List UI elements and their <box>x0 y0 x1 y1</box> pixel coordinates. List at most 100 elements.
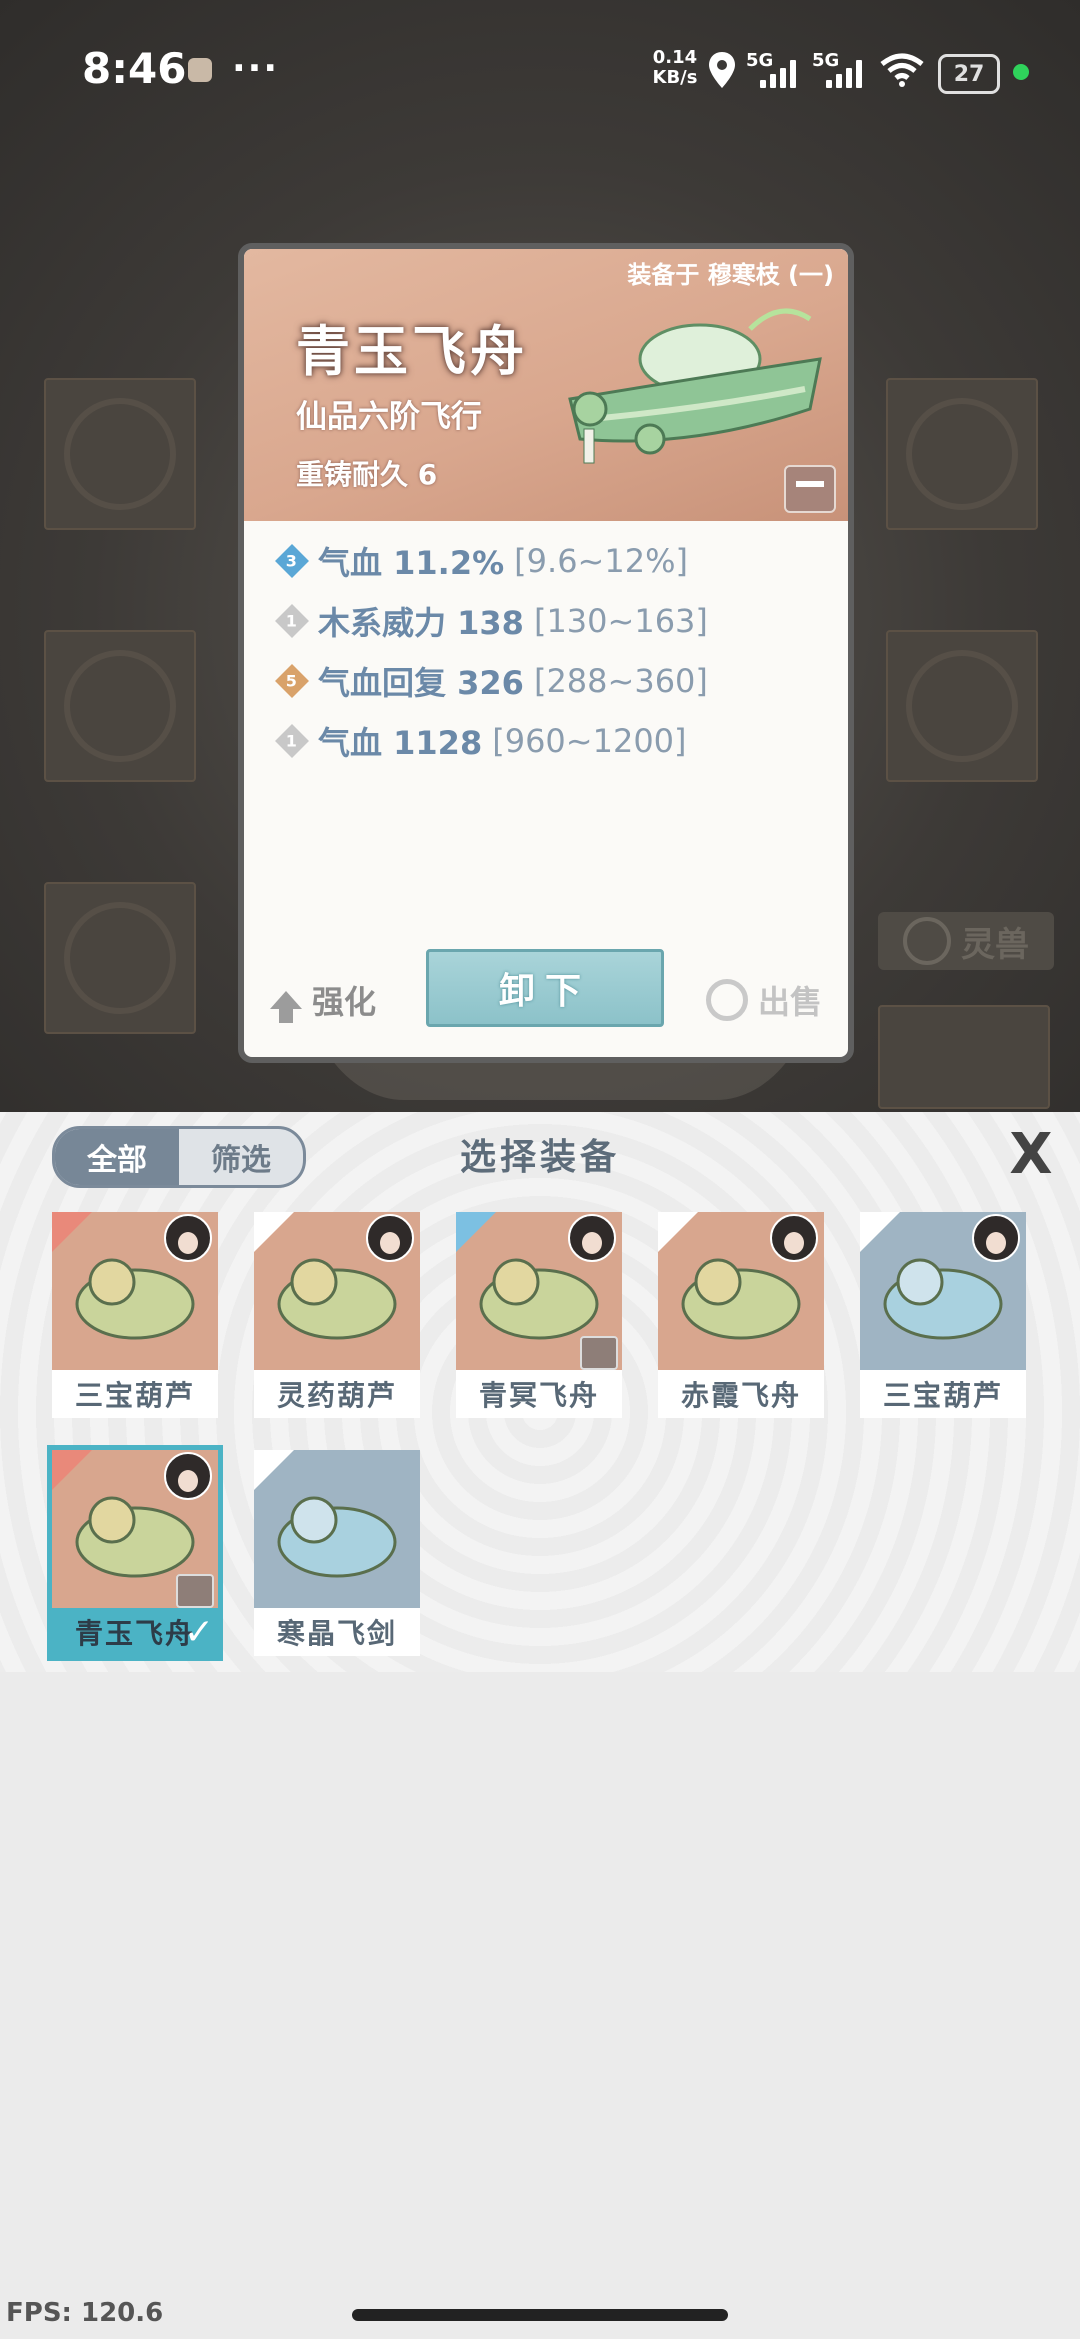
wifi-icon <box>880 53 924 87</box>
home-indicator[interactable] <box>352 2309 728 2321</box>
equipped-on-label: 装备于 穆寒枝 (一) <box>627 261 834 289</box>
equipment-item[interactable]: 三宝葫芦 <box>52 1212 218 1418</box>
stat-value: 气血回复 326 <box>318 664 524 702</box>
equipment-name: 三宝葫芦 <box>860 1370 1026 1418</box>
net-speed: 0.14 KB/s <box>650 48 700 88</box>
locked-icon[interactable] <box>784 465 836 513</box>
equipment-name: 三宝葫芦 <box>52 1370 218 1418</box>
quality-badge-number: 1 <box>286 731 298 751</box>
lock-icon <box>176 1574 214 1608</box>
equip-slot-helmet[interactable] <box>44 630 196 782</box>
card-header: 装备于 穆寒枝 (一) 青玉飞舟 仙品六阶飞行 重铸耐久 6 <box>244 249 848 521</box>
quality-badge-number: 5 <box>286 671 298 691</box>
equipment-image <box>254 1212 420 1370</box>
equipment-name: 赤霞飞舟 <box>658 1370 824 1418</box>
net-speed-unit: KB/s <box>652 67 698 88</box>
owner-avatar <box>164 1214 212 1262</box>
equipment-image <box>254 1450 420 1608</box>
quality-badge-icon: 1 <box>275 724 309 758</box>
equip-slot-hat[interactable] <box>886 630 1038 782</box>
unequip-button[interactable]: 卸下 <box>426 949 664 1027</box>
owner-avatar <box>366 1214 414 1262</box>
owner-avatar <box>972 1214 1020 1262</box>
rarity-wing-icon <box>860 1212 900 1252</box>
stat-row: 1 气血 1128 [960~1200] <box>272 711 832 771</box>
owner-avatar <box>568 1214 616 1262</box>
stat-row: 3 气血 11.2% [9.6~12%] <box>272 531 832 591</box>
quality-badge-number: 1 <box>286 611 298 631</box>
card-actions: 强化 卸下 出售 <box>244 949 848 1049</box>
sell-icon <box>705 979 748 1021</box>
equip-slot-armor[interactable] <box>44 882 196 1034</box>
more-notifications: ··· <box>232 48 280 89</box>
location-icon <box>709 52 735 88</box>
battery-icon: 27 <box>938 54 1000 94</box>
clock: 8:46 <box>82 44 187 93</box>
sell-label: 出售 <box>757 983 822 1021</box>
rarity-wing-icon <box>658 1212 698 1252</box>
equip-slot-weapon[interactable] <box>44 378 196 530</box>
owner-avatar <box>770 1214 818 1262</box>
equipment-item[interactable]: 青玉飞舟 ✓ <box>47 1445 223 1661</box>
stat-value: 气血 1128 <box>318 724 483 762</box>
paw-icon <box>903 917 951 965</box>
rarity-wing-icon <box>52 1212 92 1252</box>
stat-value: 气血 11.2% <box>318 544 505 582</box>
spirit-beast-button[interactable]: 灵兽 <box>878 912 1054 970</box>
item-type: 仙品六阶飞行 <box>296 399 482 435</box>
lock-icon <box>580 1336 618 1370</box>
net-speed-value: 0.14 <box>652 47 698 68</box>
checkmark-icon: ✓ <box>183 1612 214 1653</box>
upgrade-button[interactable]: 强化 <box>270 977 376 1023</box>
app-notification-icon <box>188 58 212 82</box>
stat-range: [130~163] <box>533 602 708 640</box>
rarity-wing-icon <box>254 1450 294 1490</box>
sell-button[interactable]: 出售 <box>705 977 822 1023</box>
rarity-wing-icon <box>456 1212 496 1252</box>
equipment-image <box>860 1212 1026 1370</box>
status-bar: 8:46 ··· 0.14 KB/s 5G 5G 27 <box>0 0 1080 140</box>
equipment-detail-card: 装备于 穆寒枝 (一) 青玉飞舟 仙品六阶飞行 重铸耐久 6 3 气血 11.2%… <box>238 243 854 1063</box>
quality-badge-icon: 5 <box>275 664 309 698</box>
privacy-dot <box>1013 64 1029 80</box>
signal-bars-2-icon <box>826 60 862 88</box>
rarity-wing-icon <box>52 1450 92 1490</box>
quality-badge-icon: 3 <box>275 544 309 578</box>
item-durability: 重铸耐久 6 <box>296 458 438 491</box>
equipment-image <box>456 1212 622 1370</box>
quality-badge-number: 3 <box>286 551 298 571</box>
equipment-image <box>52 1212 218 1370</box>
equipment-picker-sheet: 全部 筛选 选择装备 X 三宝葫芦 灵药葫芦 青冥飞舟 赤霞飞舟 三宝葫芦 青玉飞舟 ✓ 寒晶… <box>0 1112 1080 2339</box>
equipment-name: 灵药葫芦 <box>254 1370 420 1418</box>
stat-value: 木系威力 138 <box>318 604 524 642</box>
equipment-name: 青冥飞舟 <box>456 1370 622 1418</box>
flying-boat-image <box>568 308 822 464</box>
quality-badge-icon: 1 <box>275 604 309 638</box>
equipment-image <box>658 1212 824 1370</box>
equipment-item[interactable]: 赤霞飞舟 <box>658 1212 824 1418</box>
stat-row: 5 气血回复 326 [288~360] <box>272 651 832 711</box>
stats-list: 3 气血 11.2% [9.6~12%] 1 木系威力 138 [130~163] 5 气血回… <box>272 531 832 771</box>
equipment-item[interactable]: 青冥飞舟 <box>456 1212 622 1418</box>
signal-bars-1-icon <box>760 60 796 88</box>
stat-range: [288~360] <box>533 662 708 700</box>
sheet-title: 选择装备 <box>459 1137 620 1178</box>
rarity-wing-icon <box>254 1212 294 1252</box>
stat-range: [960~1200] <box>492 722 687 760</box>
upgrade-label: 强化 <box>312 983 377 1021</box>
owner-avatar <box>164 1452 212 1500</box>
equipment-name: 寒晶飞剑 <box>254 1608 420 1656</box>
equip-slot-orb[interactable] <box>886 378 1038 530</box>
equipment-item[interactable]: 灵药葫芦 <box>254 1212 420 1418</box>
equip-slot-extra[interactable] <box>878 1005 1050 1109</box>
stat-range: [9.6~12%] <box>514 542 688 580</box>
equipment-item[interactable]: 寒晶飞剑 <box>254 1450 420 1656</box>
item-name: 青玉飞舟 <box>296 319 528 383</box>
close-button[interactable]: X <box>1002 1126 1060 1184</box>
stat-row: 1 木系威力 138 [130~163] <box>272 591 832 651</box>
equipment-item[interactable]: 三宝葫芦 <box>860 1212 1026 1418</box>
spirit-beast-label: 灵兽 <box>961 924 1029 965</box>
equipment-image <box>52 1450 218 1608</box>
arrow-up-icon <box>270 991 302 1023</box>
fps-counter: FPS: 120.6 <box>6 2298 164 2328</box>
